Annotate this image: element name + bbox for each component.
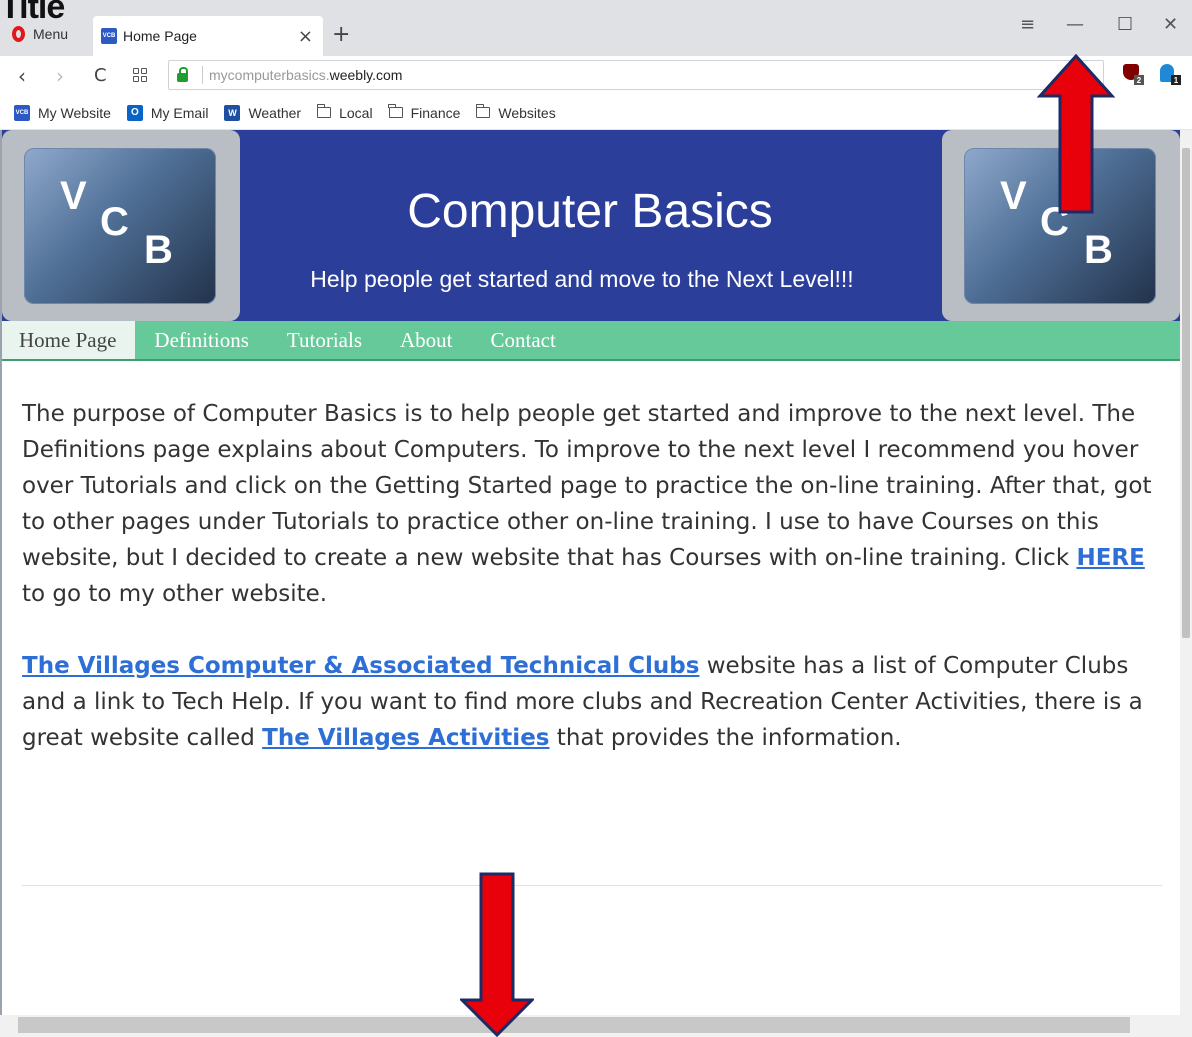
folder-icon [475, 104, 491, 118]
here-link[interactable]: HERE [1076, 545, 1144, 571]
vcb-icon: VCB [14, 104, 30, 121]
vertical-scroll-thumb[interactable] [1182, 148, 1190, 638]
bookmark-my-website[interactable]: VCB My Website [14, 104, 111, 121]
bookmark-my-email[interactable]: O My Email [126, 104, 209, 121]
intro-paragraph: The purpose of Computer Basics is to hel… [22, 396, 1162, 612]
viewport-left-border [0, 130, 2, 1015]
page-content: The purpose of Computer Basics is to hel… [22, 396, 1162, 792]
bookmark-label: Local [339, 104, 373, 121]
ghostery-icon[interactable]: 1 [1160, 64, 1181, 85]
villages-activities-link[interactable]: The Villages Activities [262, 725, 549, 751]
url-subdomain: mycomputerbasics. [209, 67, 330, 83]
speed-dial-icon[interactable] [133, 68, 147, 82]
url-field[interactable]: mycomputerbasics. weebly.com [168, 60, 1104, 90]
lock-icon [177, 66, 188, 82]
forward-button[interactable]: › [56, 64, 64, 88]
page-viewport: V C B Computer Basics Help people get st… [0, 130, 1180, 1015]
tab-menu-icon[interactable]: ≡ [1020, 14, 1035, 35]
arrow-down-annotation [460, 872, 534, 1037]
minimize-button[interactable]: — [1066, 14, 1084, 35]
logo-letter-b: B [1084, 228, 1113, 272]
folder-icon [316, 104, 332, 118]
maximize-button[interactable]: ☐ [1117, 14, 1133, 35]
content-divider [22, 885, 1162, 886]
intro-text: The purpose of Computer Basics is to hel… [22, 401, 1152, 571]
site-header: V C B Computer Basics Help people get st… [0, 130, 1180, 321]
bookmark-label: Finance [410, 104, 461, 121]
intro-text-end: to go to my other website. [22, 581, 328, 607]
new-tab-button[interactable]: + [332, 22, 350, 47]
tab-close-icon[interactable]: × [298, 26, 313, 47]
ghostery-badge: 1 [1171, 75, 1181, 85]
back-button[interactable]: ‹ [18, 64, 26, 88]
close-window-button[interactable]: ✕ [1163, 14, 1178, 35]
clubs-text-end: that provides the information. [549, 725, 902, 751]
bookmark-label: My Email [150, 104, 209, 121]
arrow-up-annotation [1036, 53, 1116, 214]
tab-title: Home Page [123, 28, 197, 44]
nav-contact[interactable]: Contact [472, 321, 575, 359]
site-nav-menu: Home Page Definitions Tutorials About Co… [0, 321, 1180, 361]
clubs-paragraph: The Villages Computer & Associated Techn… [22, 648, 1162, 756]
bookmark-label: Weather [248, 104, 302, 121]
weather-channel-icon: W [224, 104, 241, 121]
logo-letter-v: V [1000, 174, 1027, 218]
bookmark-folder-websites[interactable]: Websites [475, 104, 556, 121]
bookmarks-bar: VCB My Website O My Email W Weather Loca… [0, 96, 1192, 130]
nav-home-page[interactable]: Home Page [0, 321, 136, 359]
address-bar: ‹ › C mycomputerbasics. weebly.com [0, 56, 1192, 96]
villages-computer-clubs-link[interactable]: The Villages Computer & Associated Techn… [22, 653, 699, 679]
outlook-icon: O [126, 104, 143, 121]
bookmark-folder-local[interactable]: Local [316, 104, 373, 121]
tab-home-page[interactable]: VCB Home Page × [93, 16, 323, 56]
bookmark-label: My Website [38, 104, 111, 121]
bookmark-weather[interactable]: W Weather [224, 104, 302, 121]
ublock-icon[interactable]: 2 [1123, 64, 1144, 85]
url-domain: weebly.com [329, 67, 403, 83]
ublock-badge: 2 [1134, 75, 1144, 85]
tab-bar: Title Menu VCB Home Page × + ≡ — ☐ ✕ [0, 0, 1192, 56]
vcb-favicon-icon: VCB [101, 28, 117, 44]
nav-definitions[interactable]: Definitions [135, 321, 268, 359]
horizontal-scroll-thumb[interactable] [18, 1017, 1130, 1033]
bookmark-label: Websites [498, 104, 556, 121]
nav-about[interactable]: About [381, 321, 472, 359]
reload-button[interactable]: C [94, 65, 107, 86]
nav-tutorials[interactable]: Tutorials [268, 321, 381, 359]
opera-menu-label: Menu [33, 26, 69, 42]
bookmark-folder-finance[interactable]: Finance [388, 104, 461, 121]
opera-menu-button[interactable]: Menu [12, 22, 68, 46]
opera-logo-icon [12, 26, 25, 42]
folder-icon [388, 104, 403, 118]
